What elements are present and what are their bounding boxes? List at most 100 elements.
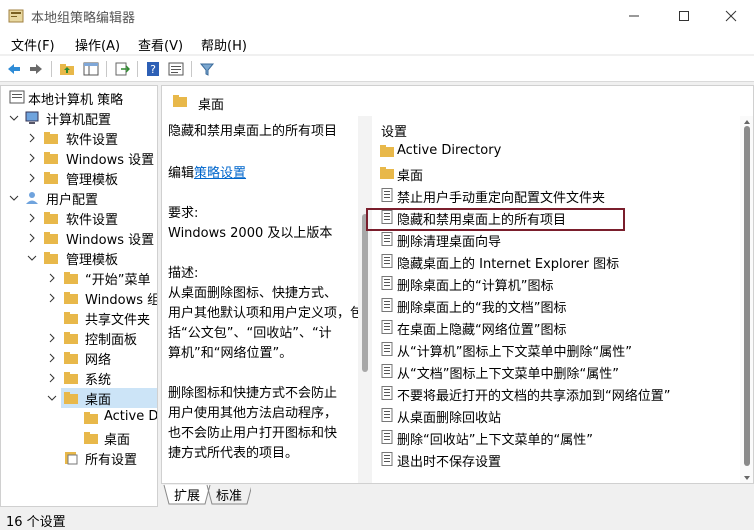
close-button[interactable] bbox=[708, 0, 754, 32]
list-setting-row[interactable]: 删除“回收站”上下文菜单的“属性” bbox=[372, 426, 740, 448]
tree-item-system[interactable]: 系统 bbox=[1, 368, 157, 388]
folder-icon bbox=[64, 352, 78, 364]
list-item-label: Active Directory bbox=[397, 143, 502, 158]
tree-item-windows-components[interactable]: Windows 组 bbox=[1, 288, 157, 308]
tree-item-admin-templates-user[interactable]: 管理模板 bbox=[1, 248, 157, 268]
list-item-label: 从桌面删除回收站 bbox=[397, 411, 502, 426]
tree-item-active-directory[interactable]: Active D bbox=[1, 408, 158, 428]
description-scrollbar[interactable] bbox=[358, 116, 372, 483]
scroll-thumb[interactable] bbox=[362, 214, 368, 372]
list-setting-row[interactable]: 在桌面上隐藏“网络位置”图标 bbox=[372, 316, 740, 338]
policy-icon bbox=[9, 90, 25, 104]
folder-icon bbox=[64, 292, 78, 304]
tree-item-windows-settings-user[interactable]: Windows 设置 bbox=[1, 228, 157, 248]
show-tree-button[interactable] bbox=[81, 59, 101, 79]
tree-item-software-settings-user[interactable]: 软件设置 bbox=[1, 208, 157, 228]
setting-icon bbox=[381, 232, 393, 246]
list-setting-row[interactable]: 隐藏和禁用桌面上的所有项目 bbox=[372, 206, 740, 228]
close-icon bbox=[725, 10, 737, 22]
description-label: 描述: bbox=[168, 266, 199, 281]
folder-icon bbox=[64, 312, 78, 324]
menu-file[interactable]: 文件(F) bbox=[11, 35, 55, 54]
description-title: 隐藏和禁用桌面上的所有项目 bbox=[168, 124, 338, 139]
filter-button[interactable] bbox=[197, 59, 217, 79]
forward-button[interactable] bbox=[26, 59, 46, 79]
menu-view[interactable]: 查看(V) bbox=[138, 35, 183, 54]
description-panel: 隐藏和禁用桌面上的所有项目 编辑策略设置 要求: Windows 2000 及以… bbox=[162, 116, 358, 483]
edit-policy-link[interactable]: 策略设置 bbox=[194, 166, 246, 181]
chevron-right-icon bbox=[29, 213, 35, 223]
help-button[interactable]: ? bbox=[143, 59, 163, 79]
svg-text:?: ? bbox=[150, 63, 156, 76]
menu-help[interactable]: 帮助(H) bbox=[201, 35, 247, 54]
list-item-label: 删除“回收站”上下文菜单的“属性” bbox=[397, 433, 593, 448]
requirements-value: Windows 2000 及以上版本 bbox=[168, 226, 333, 241]
details-pane: 桌面 隐藏和禁用桌面上的所有项目 编辑策略设置 要求: Windows 2000… bbox=[161, 85, 754, 484]
list-folder-row[interactable]: 桌面 bbox=[372, 162, 740, 184]
list-item-label: 删除清理桌面向导 bbox=[397, 235, 502, 250]
up-folder-button[interactable] bbox=[57, 59, 77, 79]
show-tree-icon bbox=[83, 62, 99, 76]
tree-item-computer-config[interactable]: 计算机配置 bbox=[1, 108, 157, 128]
list-setting-row[interactable]: 禁止用户手动重定向配置文件文件夹 bbox=[372, 184, 740, 206]
back-icon bbox=[8, 64, 20, 74]
tree-label: 桌面 bbox=[85, 393, 112, 408]
menu-action[interactable]: 操作(A) bbox=[75, 35, 120, 54]
folder-icon bbox=[44, 232, 58, 244]
list-setting-row[interactable]: 不要将最近打开的文档的共享添加到“网络位置” bbox=[372, 382, 740, 404]
tree-item-control-panel[interactable]: 控制面板 bbox=[1, 328, 157, 348]
description-line: 也不会防止用户打开图标和快 bbox=[168, 426, 338, 441]
back-button[interactable] bbox=[4, 59, 24, 79]
tab-extended[interactable]: 扩展 bbox=[170, 484, 204, 504]
list-scrollbar[interactable] bbox=[740, 116, 753, 483]
tree-item-desktop-selected[interactable]: 桌面 bbox=[47, 388, 157, 408]
user-icon bbox=[26, 192, 38, 204]
tree-item-admin-templates[interactable]: 管理模板 bbox=[1, 168, 157, 188]
tree-item-network[interactable]: 网络 bbox=[1, 348, 157, 368]
folder-icon bbox=[64, 332, 78, 344]
description-line: 用户使用其他方法启动程序， bbox=[168, 406, 338, 421]
maximize-button[interactable] bbox=[661, 0, 707, 32]
chevron-right-icon bbox=[49, 273, 55, 283]
list-item-label: 禁止用户手动重定向配置文件文件夹 bbox=[397, 191, 606, 206]
list-setting-row[interactable]: 隐藏桌面上的 Internet Explorer 图标 bbox=[372, 250, 740, 272]
list-setting-row[interactable]: 退出时不保存设置 bbox=[372, 448, 740, 470]
minimize-button[interactable] bbox=[611, 0, 657, 32]
list-setting-row[interactable]: 从“文档”图标上下文菜单中删除“属性” bbox=[372, 360, 740, 382]
tree-item-windows-settings[interactable]: Windows 设置 bbox=[1, 148, 157, 168]
description-line: 删除图标和快捷方式不会防止 bbox=[168, 386, 338, 401]
tab-standard[interactable]: 标准 bbox=[211, 484, 247, 504]
folder-open-icon bbox=[64, 392, 78, 404]
list-header[interactable]: 设置 bbox=[372, 118, 740, 140]
tree-label: Active D bbox=[104, 409, 158, 424]
tree-label: 管理模板 bbox=[66, 173, 119, 188]
properties-icon bbox=[168, 62, 184, 76]
properties-button[interactable] bbox=[166, 59, 186, 79]
list-setting-row[interactable]: 删除桌面上的“我的文档”图标 bbox=[372, 294, 740, 316]
list-setting-row[interactable]: 删除桌面上的“计算机”图标 bbox=[372, 272, 740, 294]
scroll-thumb[interactable] bbox=[744, 126, 750, 466]
export-button[interactable] bbox=[112, 59, 132, 79]
setting-icon bbox=[381, 210, 393, 224]
tree-label: 桌面 bbox=[104, 433, 131, 448]
tree-item-desktop-sub[interactable]: 桌面 bbox=[1, 428, 157, 448]
list-folder-row[interactable]: Active Directory bbox=[372, 140, 740, 162]
list-item-label: 从“计算机”图标上下文菜单中删除“属性” bbox=[397, 345, 632, 360]
scroll-up-icon[interactable] bbox=[743, 118, 751, 126]
tree-item-software-settings[interactable]: 软件设置 bbox=[1, 128, 157, 148]
list-setting-row[interactable]: 从桌面删除回收站 bbox=[372, 404, 740, 426]
tree-item-start-menu[interactable]: “开始”菜单 bbox=[1, 268, 157, 288]
description-line: 从桌面删除图标、快捷方式、 bbox=[168, 286, 338, 301]
tree-root[interactable]: 本地计算机 策略 bbox=[1, 88, 157, 108]
list-setting-row[interactable]: 删除清理桌面向导 bbox=[372, 228, 740, 250]
list-setting-row[interactable]: 从“计算机”图标上下文菜单中删除“属性” bbox=[372, 338, 740, 360]
chevron-right-icon bbox=[29, 233, 35, 243]
tree-item-shared-folders[interactable]: 共享文件夹 bbox=[1, 308, 157, 328]
tree-item-all-settings[interactable]: 所有设置 bbox=[1, 448, 157, 468]
list-item-label: 删除桌面上的“计算机”图标 bbox=[397, 279, 554, 294]
status-text: 16 个设置 bbox=[6, 515, 66, 530]
scroll-down-icon[interactable] bbox=[743, 474, 751, 482]
tree-item-user-config[interactable]: 用户配置 bbox=[1, 188, 157, 208]
description-line: 算机”和“网络位置”。 bbox=[168, 346, 293, 361]
list-item-label: 不要将最近打开的文档的共享添加到“网络位置” bbox=[397, 389, 671, 404]
